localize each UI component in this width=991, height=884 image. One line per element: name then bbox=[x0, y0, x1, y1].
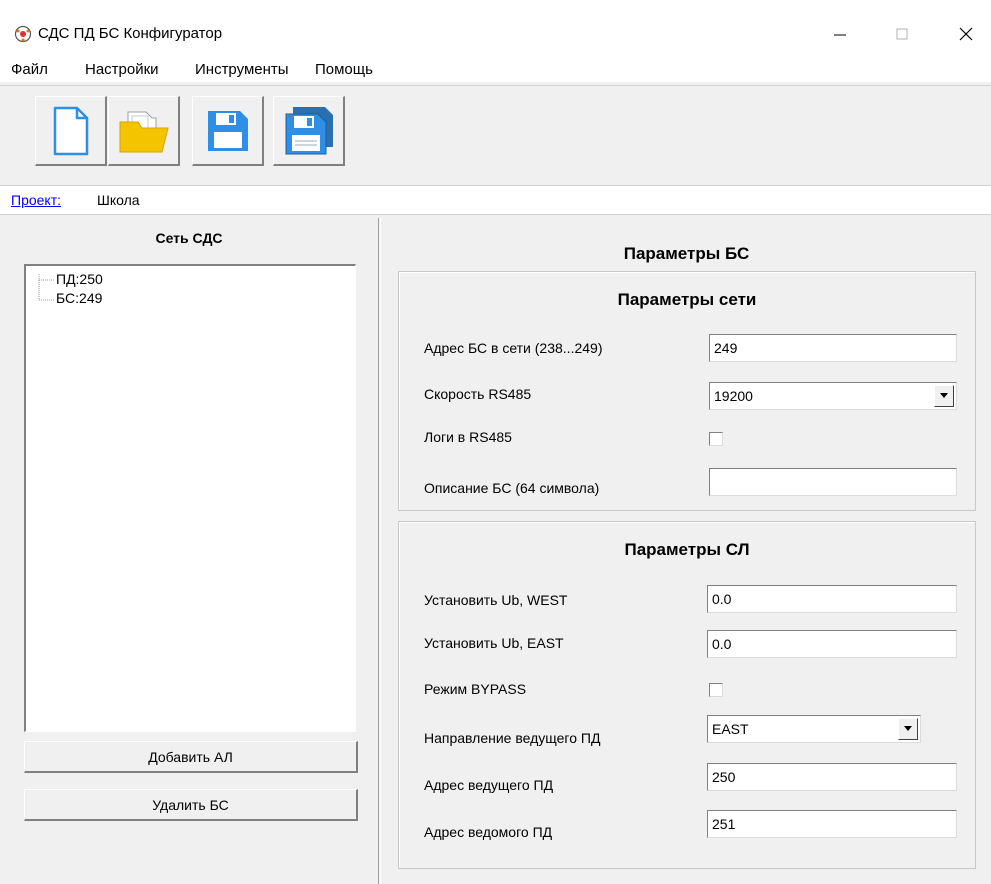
save-icon bbox=[207, 110, 248, 151]
window-title: СДС ПД БС Конфигуратор bbox=[38, 25, 223, 42]
description-label: Описание БС (64 символа) bbox=[424, 480, 600, 496]
maximize-button[interactable] bbox=[880, 14, 924, 54]
close-icon bbox=[959, 27, 973, 41]
app-window: СДС ПД БС Конфигуратор Файл Настройки Ин… bbox=[0, 0, 991, 884]
new-file-icon bbox=[53, 106, 88, 155]
minimize-icon bbox=[834, 34, 846, 36]
app-logo-icon bbox=[14, 25, 32, 43]
slave-address-input[interactable] bbox=[707, 810, 957, 838]
description-input[interactable] bbox=[709, 468, 957, 496]
ub-west-input[interactable] bbox=[707, 585, 957, 613]
master-address-label: Адрес ведущего ПД bbox=[424, 777, 554, 793]
speed-select[interactable]: 19200 bbox=[709, 382, 957, 410]
tree-connector-lines bbox=[38, 274, 54, 301]
network-tree[interactable]: ПД:250 БС:249 bbox=[24, 264, 356, 732]
menu-tools[interactable]: Инструменты bbox=[195, 61, 289, 78]
delete-bs-button[interactable]: Удалить БС bbox=[24, 789, 358, 821]
tree-node-bs[interactable]: БС:249 bbox=[56, 290, 102, 306]
speed-select-value: 19200 bbox=[714, 388, 753, 404]
save-button[interactable] bbox=[192, 96, 264, 166]
direction-select-value: EAST bbox=[712, 721, 749, 737]
speed-label: Скорость RS485 bbox=[424, 386, 532, 402]
network-panel-title: Сеть СДС bbox=[155, 230, 223, 246]
speed-dropdown-button[interactable] bbox=[934, 385, 954, 407]
save-as-icon bbox=[285, 106, 333, 154]
project-name: Школа bbox=[97, 192, 140, 208]
address-label: Адрес БС в сети (238...249) bbox=[424, 340, 603, 356]
ub-east-label: Установить Ub, EAST bbox=[424, 635, 564, 651]
panel-splitter[interactable] bbox=[378, 218, 381, 884]
chevron-down-icon bbox=[940, 393, 948, 398]
logs-checkbox[interactable] bbox=[709, 432, 723, 446]
close-button[interactable] bbox=[944, 14, 988, 54]
line-params-title: Параметры СЛ bbox=[624, 540, 750, 559]
ub-east-input[interactable] bbox=[707, 630, 957, 658]
open-folder-button[interactable] bbox=[108, 96, 180, 166]
menu-help[interactable]: Помощь bbox=[315, 61, 373, 78]
slave-address-label: Адрес ведомого ПД bbox=[424, 824, 553, 840]
chevron-down-icon bbox=[904, 726, 912, 731]
menu-file[interactable]: Файл bbox=[11, 61, 48, 78]
title-bar: СДС ПД БС Конфигуратор bbox=[0, 0, 991, 58]
direction-select[interactable]: EAST bbox=[707, 715, 921, 743]
bs-params-title: Параметры БС bbox=[623, 244, 750, 263]
new-file-button[interactable] bbox=[35, 96, 107, 166]
direction-label: Направление ведущего ПД bbox=[424, 730, 601, 746]
save-as-button[interactable] bbox=[273, 96, 345, 166]
open-folder-icon bbox=[119, 111, 169, 152]
add-al-button[interactable]: Добавить АЛ bbox=[24, 741, 358, 773]
tree-node-pd[interactable]: ПД:250 bbox=[56, 271, 103, 287]
network-params-title: Параметры сети bbox=[617, 290, 757, 309]
toolbar bbox=[0, 85, 991, 177]
network-panel: Сеть СДС ПД:250 БС:249 Добавить АЛ Удали… bbox=[0, 218, 378, 884]
bypass-checkbox[interactable] bbox=[709, 683, 723, 697]
project-link[interactable]: Проект: bbox=[11, 192, 61, 208]
master-address-input[interactable] bbox=[707, 763, 957, 791]
project-bar: Проект: Школа bbox=[0, 185, 991, 215]
network-params-group: Параметры сети Адрес БС в сети (238...24… bbox=[398, 271, 976, 511]
logs-label: Логи в RS485 bbox=[424, 429, 512, 445]
minimize-button[interactable] bbox=[818, 14, 862, 54]
address-input[interactable] bbox=[709, 334, 957, 362]
bypass-label: Режим BYPASS bbox=[424, 681, 527, 697]
direction-dropdown-button[interactable] bbox=[898, 718, 918, 740]
menu-settings[interactable]: Настройки bbox=[85, 61, 159, 78]
ub-west-label: Установить Ub, WEST bbox=[424, 592, 568, 608]
line-params-group: Параметры СЛ Установить Ub, WEST Установ… bbox=[398, 521, 976, 869]
menu-bar: Файл Настройки Инструменты Помощь bbox=[0, 58, 991, 82]
maximize-icon bbox=[896, 28, 908, 40]
